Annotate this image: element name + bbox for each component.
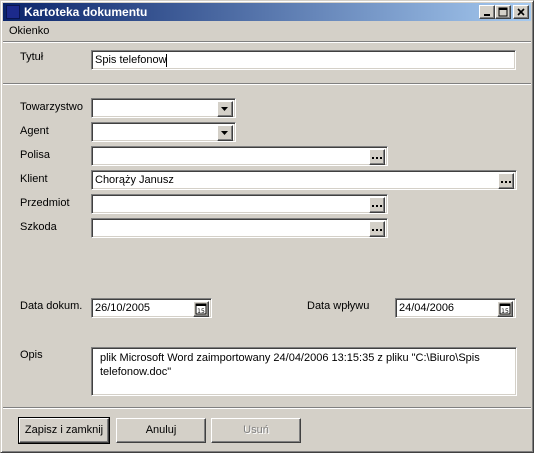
text-caret: [166, 54, 167, 67]
chevron-down-icon: [221, 107, 228, 111]
app-icon: [6, 5, 20, 19]
window-title: Kartoteka dokumentu: [24, 5, 148, 19]
przedmiot-label: Przedmiot: [20, 197, 70, 209]
delete-button[interactable]: Usuń: [211, 418, 301, 443]
section-divider-bottom: [3, 407, 531, 409]
szkoda-field[interactable]: [91, 218, 388, 238]
agent-label: Agent: [20, 125, 49, 137]
klient-browse-button[interactable]: [498, 173, 514, 189]
calendar-icon: 15: [195, 303, 207, 315]
polisa-label: Polisa: [20, 149, 50, 161]
przedmiot-field[interactable]: [91, 194, 388, 214]
document-card-window: Kartoteka dokumentu Okienko Tytuł Spis t…: [0, 0, 534, 453]
title-field[interactable]: Spis telefonow: [91, 50, 516, 70]
szkoda-label: Szkoda: [20, 221, 57, 233]
minimize-button[interactable]: [479, 5, 495, 19]
polisa-field[interactable]: [91, 146, 388, 166]
towarzystwo-dropdown-button[interactable]: [217, 101, 233, 117]
ellipsis-icon: [501, 181, 511, 183]
data-dokum-value: 26/10/2005: [95, 302, 151, 314]
klient-field[interactable]: Chorąży Janusz: [91, 170, 517, 190]
cancel-button[interactable]: Anuluj: [116, 418, 206, 443]
przedmiot-browse-button[interactable]: [369, 197, 385, 213]
menu-bar: Okienko: [3, 22, 531, 40]
klient-label: Klient: [20, 173, 48, 185]
agent-dropdown-button[interactable]: [217, 125, 233, 141]
ellipsis-icon: [372, 229, 382, 231]
data-wplywu-value: 24/04/2006: [399, 302, 455, 314]
menu-okienko[interactable]: Okienko: [9, 24, 49, 38]
close-icon: [517, 8, 525, 16]
data-wplywu-field[interactable]: 24/04/2006 15: [395, 298, 516, 318]
data-dokum-label: Data dokum.: [20, 300, 83, 312]
section-divider-top: [3, 83, 531, 85]
calendar-icon: 15: [499, 303, 511, 315]
opis-value: plik Microsoft Word zaimportowany 24/04/…: [100, 352, 480, 378]
minimize-icon: [484, 14, 490, 16]
towarzystwo-select[interactable]: [91, 98, 236, 118]
title-value: Spis telefonow: [95, 54, 167, 66]
save-and-close-button[interactable]: Zapisz i zamknij: [18, 417, 110, 444]
data-dokum-calendar-button[interactable]: 15: [193, 301, 209, 317]
klient-value: Chorąży Janusz: [95, 174, 174, 186]
ellipsis-icon: [372, 205, 382, 207]
polisa-browse-button[interactable]: [369, 149, 385, 165]
svg-text:15: 15: [197, 308, 205, 315]
agent-select[interactable]: [91, 122, 236, 142]
data-wplywu-calendar-button[interactable]: 15: [497, 301, 513, 317]
szkoda-browse-button[interactable]: [369, 221, 385, 237]
opis-label: Opis: [20, 349, 43, 361]
svg-text:15: 15: [501, 308, 509, 315]
maximize-button[interactable]: [495, 5, 511, 19]
title-bar[interactable]: Kartoteka dokumentu: [3, 3, 531, 21]
data-dokum-field[interactable]: 26/10/2005 15: [91, 298, 212, 318]
opis-textarea[interactable]: plik Microsoft Word zaimportowany 24/04/…: [91, 347, 517, 396]
data-wplywu-label: Data wpływu: [307, 300, 370, 312]
maximize-icon: [498, 7, 508, 17]
close-button[interactable]: [513, 5, 529, 19]
menu-divider: [3, 41, 531, 43]
ellipsis-icon: [372, 157, 382, 159]
title-label: Tytuł: [20, 51, 44, 63]
chevron-down-icon: [221, 131, 228, 135]
towarzystwo-label: Towarzystwo: [20, 101, 83, 113]
